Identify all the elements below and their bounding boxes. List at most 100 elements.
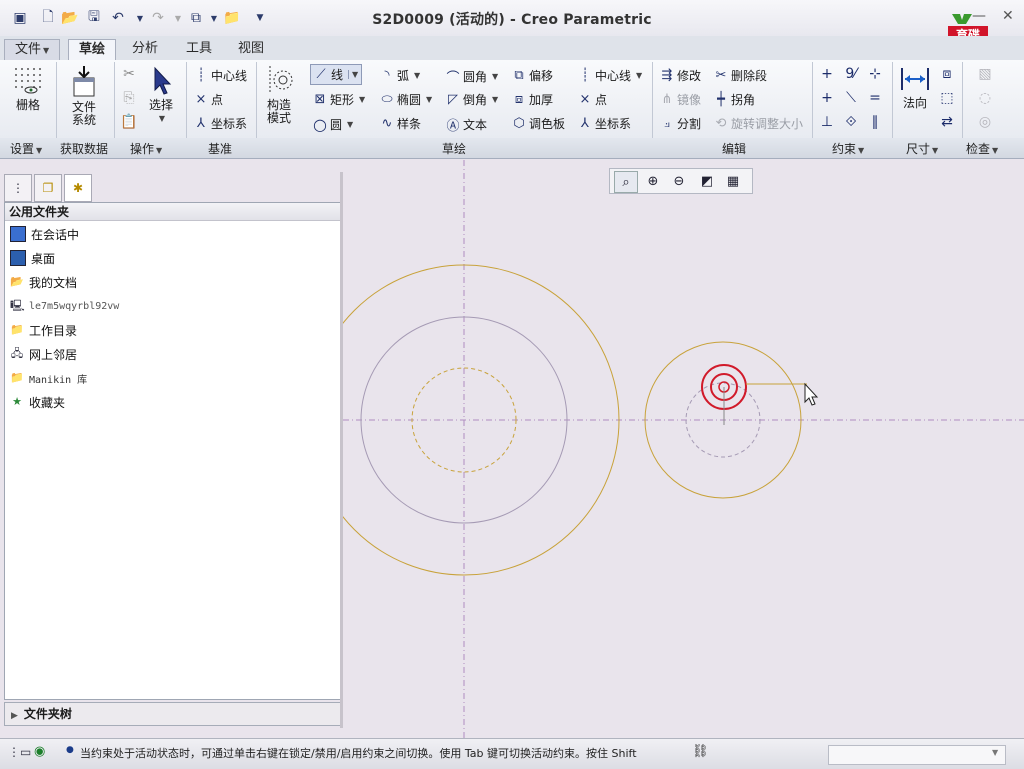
folder-item-in-session[interactable]: 在会话中 — [10, 224, 79, 244]
folder-item-working-directory[interactable]: 📁 工作目录 — [10, 320, 77, 340]
chevron-down-icon[interactable]: ▼ — [992, 748, 998, 757]
chevron-down-icon[interactable]: ▼ — [492, 95, 498, 104]
title-bar: ▣ 🗋 📂 🖫 ↶ ▼ ↷ ▼ ⧉ ▼ 📁 ▼ S2D0009 (活动的) - … — [0, 0, 1024, 37]
corner-icon: ┿ — [717, 92, 725, 107]
rectangle-button[interactable]: ⊠ 矩形 ▼ — [313, 91, 366, 108]
construction-mode-button[interactable]: 构造 模式 — [262, 64, 296, 125]
equal-constraint-icon[interactable]: = — [866, 90, 884, 106]
paste-icon[interactable]: 📋 — [120, 114, 138, 130]
normal-dimension-button[interactable]: 法向 — [898, 64, 932, 110]
group-dimension[interactable]: 尺寸 ▼ — [906, 140, 938, 157]
parallel-constraint-icon[interactable]: ∥ — [866, 114, 884, 130]
sketch-canvas[interactable] — [308, 160, 1024, 738]
sketch-geometry[interactable] — [308, 160, 1024, 738]
rotate-resize-button[interactable]: ⟲ 旋转调整大小 — [714, 115, 803, 132]
delete-segment-button[interactable]: ✂ 删除段 — [714, 67, 767, 84]
mirror-button[interactable]: ⋔ 镜像 — [660, 91, 701, 108]
chevron-down-icon: ▼ — [992, 146, 999, 155]
tangent-constraint-icon[interactable]: 9⁄ — [842, 66, 860, 82]
selection-filter-dropdown[interactable] — [828, 745, 1006, 765]
chevron-down-icon[interactable]: ▼ — [426, 95, 432, 104]
folder-tree-toggle[interactable]: ▶ 文件夹树 — [4, 702, 342, 726]
file-system-button[interactable]: 文件 系统 — [64, 64, 104, 127]
chevron-down-icon[interactable]: ▼ — [359, 95, 365, 104]
folder-item-favorites[interactable]: ★ 收藏夹 — [10, 392, 65, 412]
highlight-open-ends-icon[interactable]: ◌ — [976, 90, 994, 106]
spline-button[interactable]: ∿ 样条 — [380, 115, 421, 132]
close-button[interactable]: ✕ — [1002, 8, 1014, 24]
text-icon: Ⓐ — [446, 119, 460, 134]
group-setup[interactable]: 设置 ▼ — [10, 140, 42, 157]
folder-browser-tab-icon[interactable]: ❐ — [34, 174, 62, 202]
offset-button[interactable]: ⧉ 偏移 — [512, 67, 553, 84]
line-button[interactable]: ⟋ 线 ▼ — [310, 64, 363, 85]
folder-item-network[interactable]: 🖧 网上邻居 — [10, 344, 77, 364]
zoom-out-icon[interactable]: ⊖ — [668, 171, 690, 191]
baseline-icon[interactable]: ⧈ — [938, 66, 956, 82]
chevron-down-icon[interactable]: ▼ — [348, 70, 358, 79]
reference-icon[interactable]: ⬚ — [938, 90, 956, 106]
ellipse-button[interactable]: ⬭ 椭圆 ▼ — [380, 91, 432, 108]
group-operations[interactable]: 操作 ▼ — [130, 140, 162, 157]
tab-sketch[interactable]: 草绘 — [68, 39, 117, 61]
folder-item-desktop[interactable]: 桌面 — [10, 248, 55, 268]
divide-button[interactable]: ⟓ 分割 — [660, 115, 701, 132]
shade-closed-loops-icon[interactable]: ◎ — [976, 114, 994, 130]
overlap-geometry-icon[interactable]: ▧ — [976, 66, 994, 82]
refit-icon[interactable]: ⌕ — [614, 171, 638, 193]
cut-icon[interactable]: ✂ — [120, 66, 138, 82]
corner-button[interactable]: ┿ 拐角 — [714, 91, 755, 108]
ribbon-tab-row: 文件 ▼ 草绘 分析 工具 视图 — [0, 36, 1024, 61]
folder-item-manikin-library[interactable]: 📁 Manikin 库 — [10, 368, 87, 388]
text-button[interactable]: Ⓐ 文本 — [446, 115, 487, 134]
tab-tools[interactable]: 工具 — [176, 39, 222, 59]
sketch-centerline-button[interactable]: ┊ 中心线 ▼ — [578, 67, 642, 84]
model-tree-tab-icon[interactable]: ⋮ — [4, 174, 32, 202]
horizontal-constraint-icon[interactable]: + — [818, 90, 836, 106]
chevron-down-icon[interactable]: ▼ — [347, 120, 353, 129]
sketch-point-button[interactable]: × 点 — [578, 91, 607, 108]
sketch-view-icon[interactable]: ◩ — [696, 171, 718, 191]
circle-button[interactable]: ○ 圆 ▼ — [313, 115, 353, 134]
fillet-button[interactable]: ⌒ 圆角 ▼ — [446, 67, 498, 86]
symmetric-constraint-icon[interactable]: ⟐ — [842, 114, 860, 130]
copy-icon[interactable]: ⎘ — [120, 90, 138, 106]
group-inspect[interactable]: 检查 ▼ — [966, 140, 998, 157]
select-arrow-icon — [154, 66, 172, 95]
chevron-down-icon[interactable]: ▼ — [414, 71, 420, 80]
selection-filter-icon[interactable]: ⛓ — [692, 744, 709, 759]
group-constrain[interactable]: 约束 ▼ — [832, 140, 864, 157]
select-button[interactable]: 选择 ▼ — [144, 66, 178, 125]
navigator-toggle-icon[interactable]: ⋮▭ — [8, 745, 31, 759]
palette-button[interactable]: ⬡ 调色板 — [512, 115, 565, 132]
favorites-tab-icon[interactable]: ✱ — [64, 174, 92, 202]
chevron-down-icon[interactable]: ▼ — [492, 72, 498, 81]
folder-item-computer[interactable]: 🖳 le7m5wqyrbl92vw — [10, 296, 119, 316]
grid-button[interactable]: 栅格 — [10, 66, 46, 112]
datum-centerline-button[interactable]: ┊ 中心线 — [194, 67, 247, 84]
folder-item-my-documents[interactable]: 📂 我的文档 — [10, 272, 77, 292]
chamfer-button[interactable]: ◸ 倒角 ▼ — [446, 91, 498, 108]
chevron-down-icon[interactable]: ▼ — [636, 71, 642, 80]
ordinate-icon[interactable]: ⇄ — [938, 114, 956, 130]
arc-button[interactable]: ◝ 弧 ▼ — [380, 67, 420, 84]
coincident-constraint-icon[interactable]: ⟍ — [842, 90, 860, 106]
status-message: 当约束处于活动状态时，可通过单击右键在锁定/禁用/启用约束之间切换。使用 Tab… — [80, 747, 637, 760]
tab-view[interactable]: 视图 — [228, 39, 274, 59]
sketcher-display-icon[interactable]: ▦ — [722, 171, 744, 191]
perpendicular-constraint-icon[interactable]: ⊥ — [818, 114, 836, 130]
tab-analysis[interactable]: 分析 — [122, 39, 168, 59]
browser-toggle-icon[interactable]: ◉ — [34, 744, 45, 759]
sketch-csys-button[interactable]: ⅄ 坐标系 — [578, 115, 631, 132]
datum-csys-button[interactable]: ⅄ 坐标系 — [194, 115, 247, 132]
midpoint-constraint-icon[interactable]: ⊹ — [866, 66, 884, 82]
tab-file[interactable]: 文件 ▼ — [4, 39, 61, 60]
thicken-button[interactable]: ⧈ 加厚 — [512, 91, 553, 108]
desktop-icon — [10, 250, 26, 266]
datum-point-button[interactable]: × 点 — [194, 91, 223, 108]
common-folders-header: 公用文件夹 — [5, 203, 340, 221]
chevron-down-icon: ▼ — [36, 146, 43, 155]
modify-button[interactable]: ⇶ 修改 — [660, 67, 701, 84]
zoom-in-icon[interactable]: ⊕ — [642, 171, 664, 191]
vertical-constraint-icon[interactable]: + — [818, 66, 836, 82]
